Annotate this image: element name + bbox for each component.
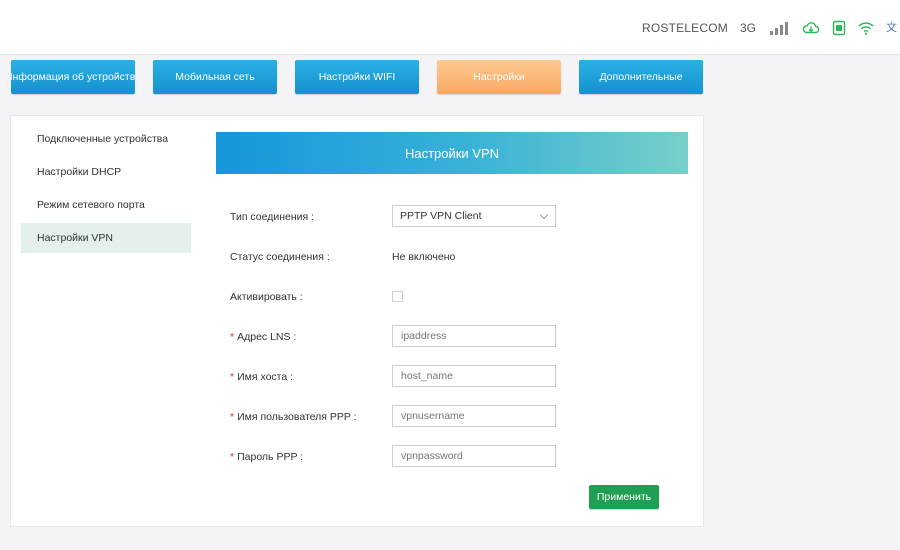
connection-type-value: PPTP VPN Client	[400, 210, 482, 222]
signal-icon	[770, 21, 788, 35]
apply-button[interactable]: Применить	[589, 485, 659, 509]
lns-address-row: * Адрес LNS :	[216, 325, 688, 349]
operator-name: ROSTELECOM	[641, 21, 728, 35]
tab-settings[interactable]: Настройки	[437, 60, 561, 94]
sim-card-icon	[832, 20, 846, 36]
host-name-input[interactable]	[392, 365, 556, 387]
activate-label: Активировать :	[230, 291, 303, 303]
network-type: 3G	[739, 21, 756, 35]
connection-type-row: Тип соединения : PPTP VPN Client	[216, 205, 688, 229]
wifi-icon[interactable]	[858, 21, 874, 35]
status-indicators: ROSTELECOM 3G 文	[642, 18, 900, 38]
host-name-row: * Имя хоста :	[216, 365, 688, 389]
required-marker: *	[230, 451, 235, 463]
page-title: Настройки VPN	[216, 132, 688, 174]
vpn-settings-form: Настройки VPN Тип соединения : PPTP VPN …	[216, 132, 688, 509]
sidebar-item-connected-devices[interactable]: Подключенные устройства	[21, 124, 191, 154]
host-name-label: Имя хоста :	[237, 371, 294, 383]
sidebar-item-dhcp[interactable]: Настройки DHCP	[21, 157, 191, 187]
tab-wifi-settings[interactable]: Настройки WIFI	[295, 60, 419, 94]
ppp-password-label: Пароль PPP :	[237, 451, 304, 463]
sidebar-item-port-mode[interactable]: Режим сетевого порта	[21, 190, 191, 220]
lns-address-label: Адрес LNS :	[237, 331, 297, 343]
ppp-password-input[interactable]	[392, 445, 556, 467]
ppp-username-label: Имя пользователя PPP :	[237, 411, 357, 423]
tab-mobile-network[interactable]: Мобильная сеть	[153, 60, 277, 94]
connection-type-label: Тип соединения :	[230, 211, 315, 223]
lns-address-input[interactable]	[392, 325, 556, 347]
activate-row: Активировать :	[216, 285, 688, 309]
sidebar-item-vpn[interactable]: Настройки VPN	[21, 223, 191, 253]
ppp-username-row: * Имя пользователя PPP :	[216, 405, 688, 429]
ppp-password-row: * Пароль PPP :	[216, 445, 688, 469]
top-status-bar: ROSTELECOM 3G 文	[0, 0, 900, 55]
svg-text:文: 文	[886, 20, 897, 34]
required-marker: *	[230, 331, 235, 343]
translate-icon[interactable]: 文	[886, 20, 900, 36]
chevron-down-icon	[539, 210, 549, 220]
required-marker: *	[230, 371, 235, 383]
activate-checkbox[interactable]	[392, 291, 403, 302]
settings-panel: Подключенные устройства Настройки DHCP Р…	[10, 115, 704, 527]
connection-type-select[interactable]: PPTP VPN Client	[392, 205, 556, 227]
required-marker: *	[230, 411, 235, 423]
tab-device-info[interactable]: Информация об устройстве	[11, 60, 135, 94]
connection-status-row: Статус соединения : Не включено	[216, 245, 688, 269]
ppp-username-input[interactable]	[392, 405, 556, 427]
tab-advanced[interactable]: Дополнительные	[579, 60, 703, 94]
main-nav: Информация об устройстве Мобильная сеть …	[0, 60, 900, 96]
connection-status-value: Не включено	[392, 251, 456, 263]
sidebar-menu: Подключенные устройства Настройки DHCP Р…	[21, 124, 191, 256]
cloud-sync-icon[interactable]	[802, 20, 820, 36]
connection-status-label: Статус соединения :	[230, 251, 330, 263]
